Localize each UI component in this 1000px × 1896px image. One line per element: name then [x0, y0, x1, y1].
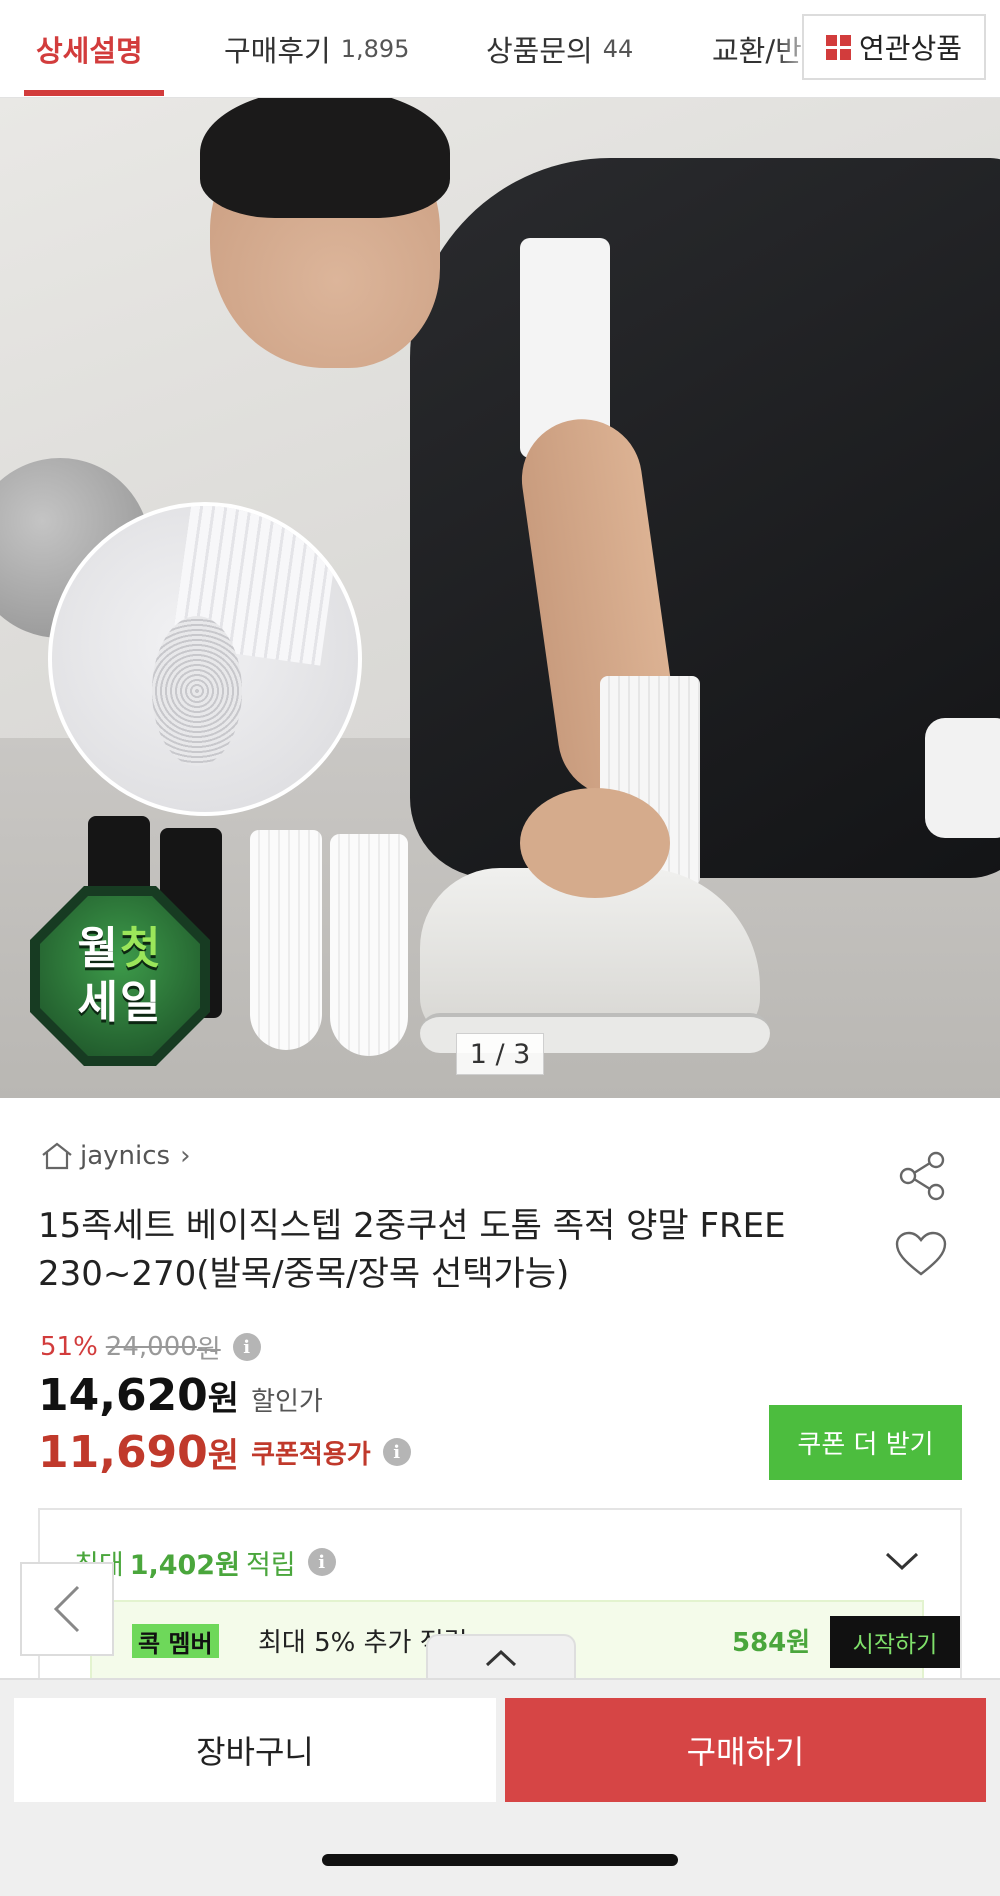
membership-amount: 584원 — [732, 1627, 811, 1658]
closeup-mesh — [152, 616, 242, 766]
home-icon — [42, 1142, 72, 1170]
tab-label: 상세설명 — [36, 34, 143, 68]
grid-icon — [825, 34, 851, 60]
image-white-sock-product — [330, 834, 408, 1056]
tab-label: 구매후기 — [224, 34, 331, 68]
coupon-price-label: 쿠폰적용가 — [251, 1439, 371, 1470]
chevron-right-icon: › — [180, 1141, 191, 1171]
add-to-cart-button[interactable]: 장바구니 — [14, 1698, 496, 1802]
tab-bar: 상세설명 구매후기 1,895 상품문의 44 교환/반 연관상품 — [0, 0, 1000, 98]
badge-text-highlight: 첫 — [120, 923, 163, 974]
chevron-down-icon[interactable] — [884, 1550, 920, 1572]
tab-label: 상품문의 — [486, 34, 593, 68]
related-products-button[interactable]: 연관상품 — [802, 14, 986, 80]
sale-price-label: 할인가 — [251, 1387, 323, 1417]
original-price: 24,000 — [105, 1332, 197, 1362]
image-hair — [200, 98, 450, 218]
points-suffix: 적립 — [245, 1549, 296, 1581]
sale-price-unit: 원 — [207, 1379, 240, 1419]
info-icon[interactable]: i — [382, 1438, 411, 1466]
image-jacket — [410, 158, 1000, 878]
image-counter: 1 / 3 — [456, 1033, 544, 1075]
active-tab-indicator — [24, 90, 164, 96]
image-white-sock-product — [250, 830, 322, 1050]
sale-price-row: 14,620 원 할인가 — [38, 1370, 323, 1421]
product-title: 15족세트 베이직스텝 2중쿠션 도톰 족적 양말 FREE 230~270(발… — [38, 1206, 786, 1294]
sale-badge: 월첫 세일 — [30, 886, 210, 1066]
image-sock-closeup — [48, 502, 362, 816]
sale-badge-line2: 세일 — [77, 977, 163, 1028]
sale-price: 14,620 — [38, 1370, 208, 1421]
back-button[interactable] — [20, 1562, 114, 1656]
tab-reviews[interactable]: 구매후기 1,895 — [224, 0, 410, 97]
coupon-price-row: 11,690 원 쿠폰적용가 i — [38, 1426, 411, 1478]
collapse-panel-tab[interactable] — [426, 1634, 576, 1680]
bottom-action-bar: 장바구니 구매하기 — [0, 1678, 1000, 1896]
tab-detail[interactable]: 상세설명 — [36, 0, 143, 97]
store-link[interactable]: jaynics › — [40, 1138, 191, 1174]
start-membership-button[interactable]: 시작하기 — [830, 1616, 960, 1668]
original-price-row: 51% 24,000 원 i — [40, 1330, 261, 1365]
chevron-left-icon — [53, 1585, 80, 1633]
share-icon[interactable] — [896, 1150, 948, 1202]
coupon-price: 11,690 — [38, 1426, 208, 1478]
chevron-up-icon — [485, 1649, 517, 1667]
badge-text: 월 — [77, 923, 120, 974]
store-name: jaynics — [80, 1141, 171, 1171]
review-count: 1,895 — [340, 35, 410, 63]
sale-badge-line1: 월첫 — [78, 922, 163, 976]
home-indicator — [322, 1854, 678, 1866]
get-coupon-button[interactable]: 쿠폰 더 받기 — [769, 1405, 962, 1480]
membership-badge: 콕 멤버 — [132, 1624, 219, 1658]
info-icon[interactable]: i — [307, 1548, 336, 1576]
sale-badge-face: 월첫 세일 — [40, 896, 200, 1056]
product-image-carousel[interactable]: 월첫 세일 — [0, 98, 1000, 1098]
buy-now-button[interactable]: 구매하기 — [505, 1698, 986, 1802]
inquiry-count: 44 — [602, 35, 634, 63]
related-products-label: 연관상품 — [858, 32, 963, 65]
original-price-unit: 원 — [196, 1334, 221, 1365]
points-amount: 1,402원 — [129, 1549, 240, 1581]
coupon-price-unit: 원 — [207, 1435, 240, 1476]
tab-inquiries[interactable]: 상품문의 44 — [486, 0, 634, 97]
heart-icon[interactable] — [894, 1230, 948, 1278]
info-icon[interactable]: i — [232, 1333, 261, 1361]
image-hands — [520, 788, 670, 898]
discount-rate: 51% — [40, 1332, 98, 1362]
image-white-sock-back — [925, 718, 1000, 838]
